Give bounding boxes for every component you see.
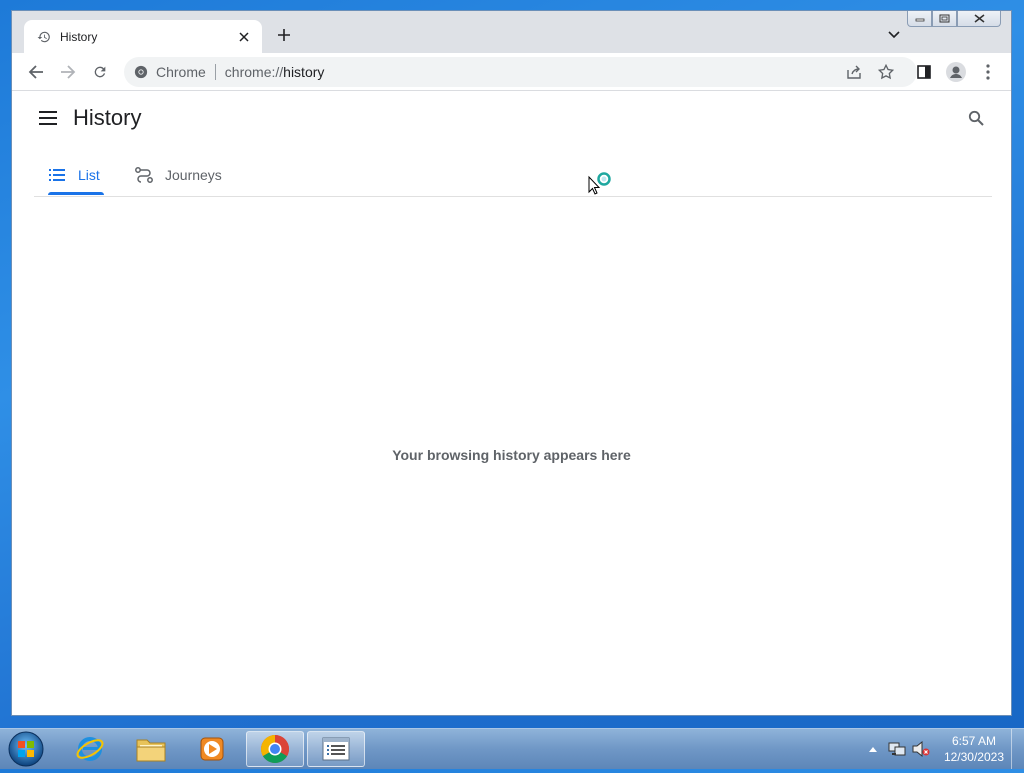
- search-icon[interactable]: [966, 108, 986, 128]
- system-tray: 6:57 AM 12/30/2023: [858, 729, 1004, 769]
- forward-arrow-icon[interactable]: [58, 62, 78, 82]
- busy-cursor-icon: [588, 172, 614, 198]
- new-tab-button[interactable]: [274, 25, 294, 45]
- network-icon[interactable]: [888, 740, 906, 758]
- close-window-button[interactable]: [957, 11, 1001, 27]
- chrome-icon: [260, 734, 290, 764]
- clock-time: 6:57 AM: [951, 734, 996, 748]
- share-icon[interactable]: [844, 62, 864, 82]
- volume-muted-icon[interactable]: [912, 740, 930, 758]
- address-bar[interactable]: Chrome chrome://history: [124, 57, 917, 87]
- task-list-taskbar-button[interactable]: [307, 731, 365, 767]
- tab-list-label: List: [78, 167, 100, 183]
- minimize-button[interactable]: [907, 11, 932, 27]
- start-button[interactable]: [6, 730, 46, 768]
- omnibox-divider: [214, 64, 216, 80]
- tab-title: History: [60, 29, 98, 44]
- media-player-icon[interactable]: [186, 731, 238, 767]
- windows-taskbar: 6:57 AM 12/30/2023: [0, 728, 1024, 769]
- tab-search-chevron-down-icon[interactable]: [886, 27, 902, 43]
- url-path: history: [283, 64, 325, 80]
- chrome-logo-icon: [134, 65, 148, 79]
- browser-tab-history[interactable]: History: [24, 20, 262, 53]
- bookmark-star-icon[interactable]: [876, 62, 896, 82]
- clock-date: 12/30/2023: [943, 750, 1004, 764]
- close-tab-icon[interactable]: [236, 29, 252, 45]
- tab-journeys[interactable]: Journeys: [135, 155, 222, 195]
- back-arrow-icon[interactable]: [26, 62, 46, 82]
- reload-icon[interactable]: [90, 62, 110, 82]
- history-tabs: List Journeys: [34, 155, 992, 197]
- empty-history-message: Your browsing history appears here: [392, 447, 631, 463]
- tab-strip: History: [12, 11, 1011, 53]
- profile-avatar-icon[interactable]: [946, 62, 966, 82]
- show-hidden-icons-icon[interactable]: [864, 740, 882, 758]
- url-scheme: chrome://: [224, 64, 284, 80]
- omnibox-chip-label: Chrome: [156, 64, 206, 80]
- url-text[interactable]: chrome://history: [225, 64, 325, 80]
- tab-journeys-label: Journeys: [165, 167, 222, 183]
- show-desktop-button[interactable]: [1011, 729, 1024, 769]
- history-page: History List Journeys Your browsing hist…: [12, 91, 1011, 715]
- journeys-icon: [135, 166, 153, 184]
- more-menu-icon[interactable]: [978, 62, 998, 82]
- hamburger-menu-icon[interactable]: [38, 108, 58, 128]
- page-title: History: [73, 105, 142, 130]
- browser-toolbar: Chrome chrome://history: [12, 53, 1011, 91]
- chrome-window: History Chrome chrome://history History …: [11, 10, 1012, 716]
- taskbar-clock[interactable]: 6:57 AM 12/30/2023: [944, 733, 1004, 765]
- window-caption-buttons: [907, 11, 1001, 27]
- task-list-icon: [322, 737, 350, 761]
- list-icon: [48, 166, 66, 184]
- restore-button[interactable]: [932, 11, 957, 27]
- tab-list[interactable]: List: [48, 155, 104, 195]
- internet-explorer-icon[interactable]: [64, 731, 116, 767]
- history-icon: [36, 29, 52, 45]
- folder-icon[interactable]: [125, 731, 177, 767]
- side-panel-icon[interactable]: [914, 62, 934, 82]
- chrome-taskbar-button[interactable]: [246, 731, 304, 767]
